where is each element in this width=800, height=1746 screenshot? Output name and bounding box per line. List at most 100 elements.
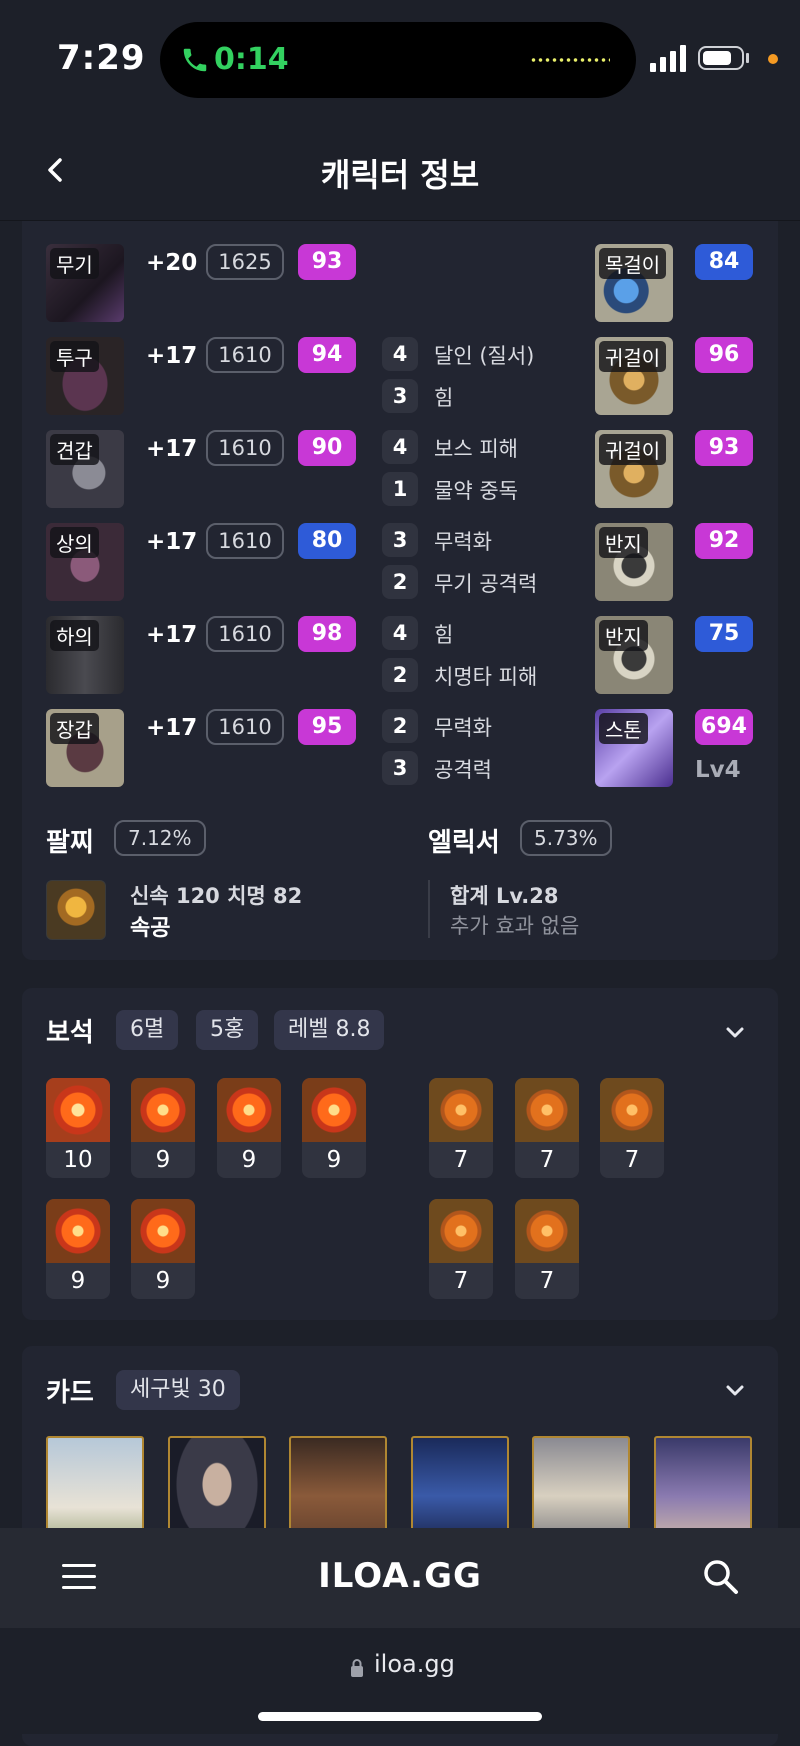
refine-level: +20 [146,250,198,276]
damage-gem-icon [131,1199,195,1263]
chevron-down-icon[interactable] [720,1376,750,1406]
gem-tag: 6멸 [116,1010,179,1050]
bracelet-item-icon[interactable] [46,880,106,940]
damage-gem-icon [302,1078,366,1142]
gem-level: 10 [63,1147,93,1173]
slot-label: 견갑 [50,434,99,465]
slot-label: 귀걸이 [599,434,667,465]
engraving-name: 힘 [434,386,454,410]
equipment-row-gloves[interactable]: 장갑 +17 1610 95 [46,709,366,789]
quality-badge: 98 [298,616,356,652]
gem-level: 9 [241,1147,257,1173]
url-text: iloa.gg [374,1650,455,1678]
engraving-name: 무기 공격력 [434,572,538,596]
engraving-level: 2 [382,709,418,743]
page-title: 캐릭터 정보 [320,156,480,194]
cooldown-gem-icon [515,1199,579,1263]
quality-badge: 95 [298,709,356,745]
gem-item[interactable]: 10 [46,1078,110,1178]
accessory-stone[interactable]: 스톤 694 Lv4 [595,709,755,789]
slot-label: 목걸이 [599,248,667,279]
damage-gem-icon [131,1078,195,1142]
damage-gem-icon [46,1078,110,1142]
status-bar: 7:29 0:14 [0,0,800,120]
gem-level: 9 [155,1268,171,1294]
clock: 7:29 [57,38,146,78]
equipment-row-shoulder[interactable]: 견갑 +17 1610 90 [46,430,366,510]
quality-badge: 75 [695,616,753,652]
accessory-earring[interactable]: 귀걸이 96 [595,337,755,417]
dynamic-island[interactable]: 0:14 [160,22,636,98]
engraving-level: 4 [382,337,418,371]
item-level: 1610 [206,523,284,559]
equipment-row-pants[interactable]: 하의 +17 1610 98 [46,616,366,696]
gem-heading: 보석 [46,1018,94,1048]
gem-level: 9 [70,1268,86,1294]
equipment-row-helmet[interactable]: 투구 +17 1610 94 [46,337,366,417]
quality-badge: 94 [298,337,356,373]
slot-label: 장갑 [50,713,99,744]
gem-level: 9 [155,1147,171,1173]
bottom-navigation: ILOA.GG [0,1528,800,1628]
equipment-row-weapon[interactable]: 무기 +20 1625 93 [46,244,366,324]
damage-gem-icon [46,1199,110,1263]
stone-level: Lv4 [695,757,741,783]
call-duration: 0:14 [214,42,289,77]
cooldown-gem-icon [429,1078,493,1142]
quality-badge: 93 [298,244,356,280]
search-icon[interactable] [702,1558,740,1596]
lock-icon [350,1658,364,1678]
site-logo[interactable]: ILOA.GG [0,1556,800,1596]
item-level: 1610 [206,709,284,745]
engraving-level: 3 [382,751,418,785]
gem-item[interactable]: 9 [131,1078,195,1178]
accessory-earring[interactable]: 귀걸이 93 [595,430,755,510]
quality-badge: 80 [298,523,356,559]
gem-item[interactable]: 7 [515,1078,579,1178]
accessory-necklace[interactable]: 목걸이 84 [595,244,755,324]
engraving-name: 무력화 [434,530,492,554]
gem-item[interactable]: 7 [515,1199,579,1299]
item-level: 1610 [206,616,284,652]
elixir-percent: 5.73% [520,820,612,856]
page-header: 캐릭터 정보 [0,120,800,221]
elixir-total: 합계 Lv.28 [450,884,559,908]
gem-item[interactable]: 9 [131,1199,195,1299]
engraving-level: 1 [382,472,418,506]
quality-badge: 96 [695,337,753,373]
elixir-heading: 엘릭서 [428,828,500,858]
engraving-name: 힘 [434,623,454,647]
gem-item[interactable]: 7 [600,1078,664,1178]
elixir-extra: 추가 효과 없음 [450,914,580,938]
equipment-row-chest[interactable]: 상의 +17 1610 80 [46,523,366,603]
slot-label: 무기 [50,248,99,279]
bracelet-effect: 속공 [130,916,171,941]
cellular-signal-icon [650,44,688,72]
quality-badge: 93 [695,430,753,466]
quality-badge: 90 [298,430,356,466]
accessory-ring[interactable]: 반지 92 [595,523,755,603]
audio-waveform-icon [530,58,610,62]
gem-item[interactable]: 9 [217,1078,281,1178]
chevron-down-icon[interactable] [720,1018,750,1048]
gem-item[interactable]: 9 [302,1078,366,1178]
engraving-name: 치명타 피해 [434,665,538,689]
browser-address-bar[interactable]: iloa.gg [0,1628,800,1734]
phone-icon [180,44,210,76]
gem-item[interactable]: 9 [46,1199,110,1299]
home-indicator[interactable] [258,1712,542,1721]
accessory-ring[interactable]: 반지 75 [595,616,755,696]
slot-label: 반지 [599,527,648,558]
gem-item[interactable]: 7 [429,1078,493,1178]
engraving-name: 공격력 [434,758,492,782]
gem-tag: 5홍 [196,1010,259,1050]
gem-item[interactable]: 7 [429,1199,493,1299]
quality-badge: 84 [695,244,753,280]
cooldown-gem-icon [600,1078,664,1142]
gem-level: 7 [624,1147,640,1173]
refine-level: +17 [146,715,198,741]
slot-label: 투구 [50,341,99,372]
item-level: 1625 [206,244,284,280]
refine-level: +17 [146,622,198,648]
gem-level: 7 [539,1147,555,1173]
